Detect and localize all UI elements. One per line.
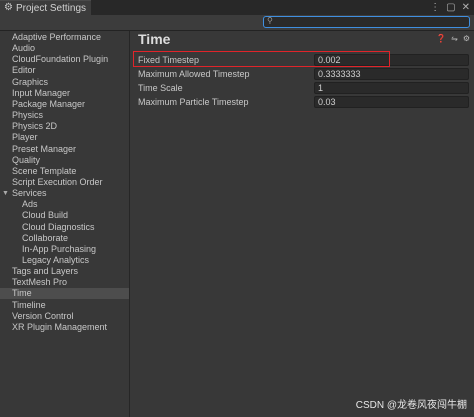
sidebar-item-label: Package Manager [12, 98, 86, 109]
sidebar-item-timeline[interactable]: Timeline [0, 300, 129, 311]
help-icon[interactable]: ❓ [436, 34, 446, 43]
sidebar-item-script-execution-order[interactable]: Script Execution Order [0, 177, 129, 188]
field-label: Time Scale [138, 83, 183, 93]
project-settings-tab[interactable]: ⚙ Project Settings [0, 0, 91, 15]
sidebar-item-editor[interactable]: Editor [0, 65, 129, 76]
sidebar-item-label: In-App Purchasing [22, 243, 97, 254]
sidebar-item-version-control[interactable]: Version Control [0, 311, 129, 322]
maximize-icon[interactable]: ▢ [446, 1, 455, 14]
preset-icon[interactable]: ⇋ [451, 34, 458, 43]
settings-panel: Time ❓ ⇋ ⚙ Fixed Timestep 0.002 Maximum Al… [131, 31, 474, 417]
sidebar-item-physics-2d[interactable]: Physics 2D [0, 121, 129, 132]
sidebar-item-package-manager[interactable]: Package Manager [0, 99, 129, 110]
sidebar-item-label: Graphics [12, 76, 49, 87]
sidebar-item-textmesh-pro[interactable]: TextMesh Pro [0, 277, 129, 288]
search-icon: ⚲ [267, 16, 273, 25]
search-box[interactable]: ⚲ [263, 16, 470, 28]
close-icon[interactable]: ✕ [462, 1, 470, 14]
sidebar-item-quality[interactable]: Quality [0, 155, 129, 166]
sidebar-item-label: Collaborate [22, 232, 69, 243]
sidebar-item-ads[interactable]: Ads [0, 199, 129, 210]
sidebar-item-label: Physics 2D [12, 121, 58, 132]
sidebar-item-label: Physics [12, 110, 44, 121]
field-row-maximum-allowed-timestep: Maximum Allowed Timestep 0.3333333 [137, 68, 472, 81]
gear-icon: ⚙ [4, 2, 13, 13]
sidebar-item-label: Adaptive Performance [12, 32, 102, 42]
sidebar-item-label: Scene Template [12, 165, 77, 176]
header-icons: ❓ ⇋ ⚙ [436, 34, 470, 43]
sidebar-item-label: Input Manager [12, 87, 71, 98]
highlight-box [133, 51, 390, 67]
field-row-time-scale: Time Scale 1 [137, 82, 472, 95]
sidebar-item-label: CloudFoundation Plugin [12, 54, 109, 65]
sidebar-item-input-manager[interactable]: Input Manager [0, 88, 129, 99]
sidebar-item-label: Quality [12, 154, 41, 165]
sidebar-item-cloud-build[interactable]: Cloud Build [0, 210, 129, 221]
sidebar-item-label: Tags and Layers [12, 266, 79, 277]
sidebar-item-cloud-diagnostics[interactable]: Cloud Diagnostics [0, 222, 129, 233]
sidebar-item-label: Preset Manager [12, 143, 77, 154]
sidebar-item-label: Timeline [12, 299, 46, 310]
sidebar-item-tags-and-layers[interactable]: Tags and Layers [0, 266, 129, 277]
sidebar-item-label: Audio [12, 43, 36, 54]
sidebar-item-label: Version Control [12, 310, 74, 321]
search-input[interactable] [278, 17, 463, 27]
field-row-maximum-particle-timestep: Maximum Particle Timestep 0.03 [137, 96, 472, 109]
sidebar-item-services[interactable]: ▼ Services [0, 188, 129, 199]
field-label: Maximum Particle Timestep [138, 97, 249, 107]
page-title: Time [138, 31, 171, 47]
sidebar-item-label: Cloud Diagnostics [22, 221, 95, 232]
expand-arrow-icon[interactable]: ▼ [2, 188, 9, 199]
sidebar-item-legacy-analytics[interactable]: Legacy Analytics [0, 255, 129, 266]
field-label: Maximum Allowed Timestep [138, 69, 250, 79]
more-options-icon[interactable]: ⋮ [430, 1, 440, 14]
sidebar-item-collaborate[interactable]: Collaborate [0, 233, 129, 244]
sidebar-item-label: TextMesh Pro [12, 277, 68, 288]
sidebar-item-time[interactable]: Time [0, 288, 129, 300]
settings-menu-icon[interactable]: ⚙ [463, 34, 470, 43]
maximum-allowed-timestep-input[interactable]: 0.3333333 [314, 68, 469, 80]
time-scale-input[interactable]: 1 [314, 82, 469, 94]
sidebar-item-label: Editor [12, 65, 36, 76]
maximum-particle-timestep-input[interactable]: 0.03 [314, 96, 469, 108]
sidebar-item-label: Player [12, 132, 38, 143]
sidebar-item-preset-manager[interactable]: Preset Manager [0, 144, 129, 155]
sidebar-item-label: Script Execution Order [12, 176, 103, 187]
sidebar-item-audio[interactable]: Audio [0, 43, 129, 54]
sidebar-item-scene-template[interactable]: Scene Template [0, 166, 129, 177]
sidebar-item-adaptive-performance[interactable]: Adaptive Performance [0, 32, 129, 43]
sidebar-item-label: Time [12, 288, 32, 299]
window-controls: ⋮ ▢ ✕ [430, 1, 470, 14]
settings-sidebar: Adaptive Performance Audio CloudFoundation… [0, 31, 130, 417]
sidebar-item-label: XR Plugin Management [12, 321, 108, 332]
sidebar-item-player[interactable]: Player [0, 132, 129, 143]
sidebar-item-physics[interactable]: Physics [0, 110, 129, 121]
sidebar-item-xr-plugin-management[interactable]: XR Plugin Management [0, 322, 129, 333]
sidebar-item-graphics[interactable]: Graphics [0, 77, 129, 88]
sidebar-item-label: Services [12, 188, 47, 199]
sidebar-item-cloudfoundation-plugin[interactable]: CloudFoundation Plugin [0, 54, 129, 65]
sidebar-item-label: Ads [22, 199, 38, 210]
watermark: CSDN @龙卷风夜闯牛棚 [355, 400, 467, 411]
sidebar-item-in-app-purchasing[interactable]: In-App Purchasing [0, 244, 129, 255]
window-tab-bar: ⚙ Project Settings ⋮ ▢ ✕ [0, 0, 474, 15]
tab-title: Project Settings [15, 2, 87, 14]
sidebar-item-label: Legacy Analytics [22, 255, 90, 265]
sidebar-item-label: Cloud Build [22, 210, 69, 221]
